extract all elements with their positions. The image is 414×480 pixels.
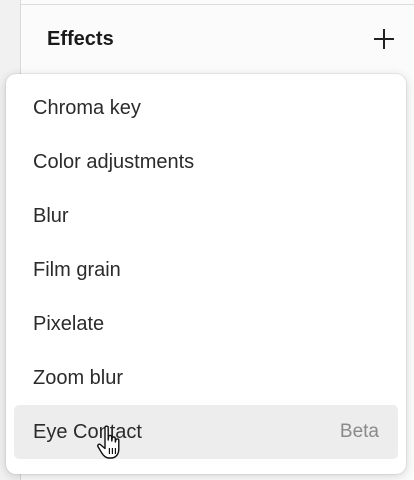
menu-item-pixelate[interactable]: Pixelate — [14, 297, 398, 351]
effects-dropdown-menu: Chroma key Color adjustments Blur Film g… — [6, 74, 406, 474]
menu-item-label: Chroma key — [33, 96, 141, 119]
section-title: Effects — [47, 28, 114, 50]
menu-item-label: Film grain — [33, 258, 121, 281]
menu-item-color-adjustments[interactable]: Color adjustments — [14, 135, 398, 189]
menu-item-label: Zoom blur — [33, 366, 124, 389]
menu-item-label: Pixelate — [33, 312, 105, 335]
menu-item-chroma-key[interactable]: Chroma key — [14, 81, 398, 135]
effects-section-header: Effects — [21, 6, 414, 72]
menu-item-eye-contact[interactable]: Eye Contact Beta — [14, 405, 398, 459]
divider — [21, 4, 414, 5]
menu-item-blur[interactable]: Blur — [14, 189, 398, 243]
menu-item-label: Blur — [33, 204, 69, 227]
menu-item-label: Eye Contact — [33, 420, 142, 443]
menu-item-label: Color adjustments — [33, 150, 195, 173]
plus-icon — [374, 29, 394, 49]
add-effect-button[interactable] — [371, 26, 397, 52]
menu-item-zoom-blur[interactable]: Zoom blur — [14, 351, 398, 405]
beta-badge: Beta — [339, 421, 379, 442]
menu-item-film-grain[interactable]: Film grain — [14, 243, 398, 297]
